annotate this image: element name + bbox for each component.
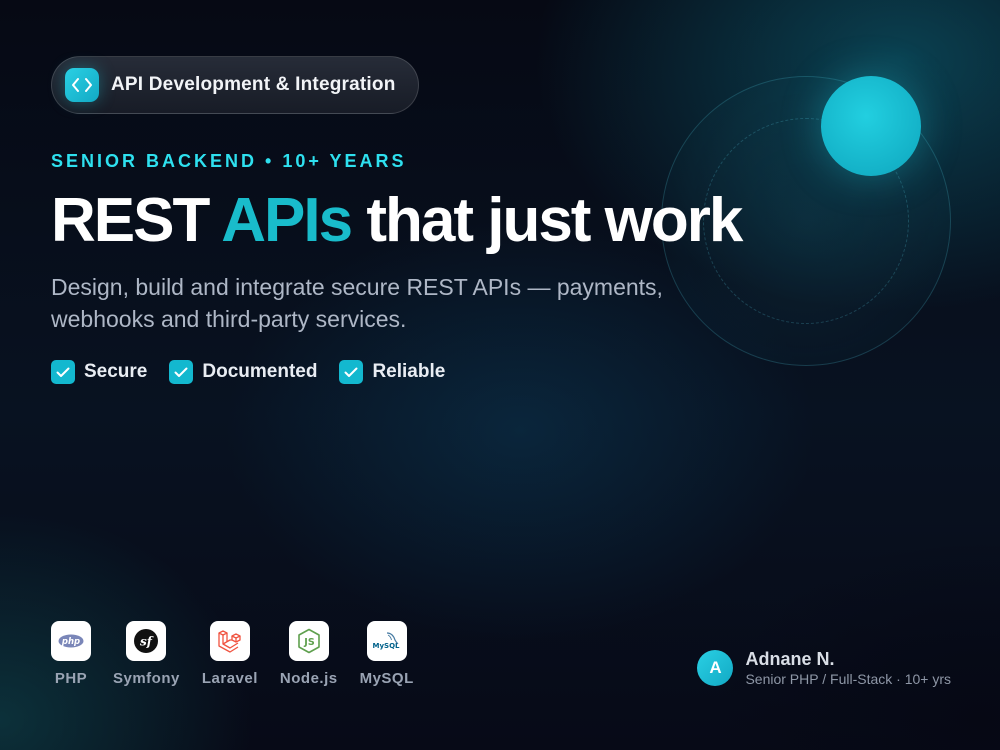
code-icon bbox=[65, 68, 99, 102]
author-name: Adnane N. bbox=[745, 649, 835, 669]
mysql-logo-icon: MySQL bbox=[366, 621, 407, 661]
author-card: A Adnane N. Senior PHP / Full-Stack · 10… bbox=[697, 648, 951, 688]
feature-item-documented: Documented bbox=[169, 360, 317, 384]
tech-label: Node.js bbox=[279, 670, 338, 687]
laravel-logo-icon bbox=[209, 621, 250, 661]
badge-label: API Development & Integration bbox=[111, 74, 396, 95]
svg-text:php: php bbox=[61, 637, 80, 647]
tech-label: Laravel bbox=[201, 670, 258, 687]
check-icon bbox=[51, 360, 75, 384]
check-icon bbox=[169, 360, 194, 384]
feature-item-secure: Secure bbox=[51, 360, 147, 384]
feature-label: Reliable bbox=[372, 361, 446, 382]
svg-text:MySQL: MySQL bbox=[373, 642, 400, 650]
tech-item-mysql: MySQL MySQL bbox=[360, 621, 414, 687]
tech-item-php: php PHP bbox=[51, 621, 91, 687]
tech-item-nodejs: JS Node.js bbox=[280, 621, 338, 687]
tech-item-symfony: sf Symfony bbox=[113, 621, 180, 687]
avatar: A bbox=[697, 650, 734, 686]
tech-label: MySQL bbox=[359, 670, 414, 687]
feature-label: Secure bbox=[84, 361, 148, 382]
nodejs-logo-icon: JS bbox=[288, 621, 329, 661]
tech-stack: php PHP sf Symfony Laravel JS Node.js My… bbox=[51, 621, 414, 687]
tech-label: Symfony bbox=[113, 670, 180, 687]
feature-label: Documented bbox=[202, 361, 318, 382]
decorative-orb bbox=[821, 76, 921, 176]
tech-label: PHP bbox=[54, 670, 88, 687]
feature-item-reliable: Reliable bbox=[339, 360, 445, 384]
tech-item-laravel: Laravel bbox=[202, 621, 258, 687]
svg-text:sf: sf bbox=[140, 635, 154, 649]
check-icon bbox=[339, 360, 364, 384]
headline-accent: APIs bbox=[221, 186, 353, 255]
service-badge: API Development & Integration bbox=[51, 56, 419, 114]
feature-list: Secure Documented Reliable bbox=[51, 360, 445, 384]
headline-part2: that just work bbox=[351, 186, 743, 255]
author-role: Senior PHP / Full-Stack · 10+ yrs bbox=[745, 671, 951, 687]
subtitle: Design, build and integrate secure REST … bbox=[51, 274, 663, 332]
author-info: Adnane N. Senior PHP / Full-Stack · 10+ … bbox=[745, 648, 951, 688]
symfony-logo-icon: sf bbox=[126, 621, 167, 661]
page-headline: REST APIs that just work bbox=[51, 185, 743, 257]
headline-part1: REST bbox=[51, 186, 222, 255]
svg-text:JS: JS bbox=[303, 637, 315, 648]
php-logo-icon: php bbox=[51, 621, 91, 661]
eyebrow-text: SENIOR BACKEND • 10+ YEARS bbox=[51, 151, 407, 171]
